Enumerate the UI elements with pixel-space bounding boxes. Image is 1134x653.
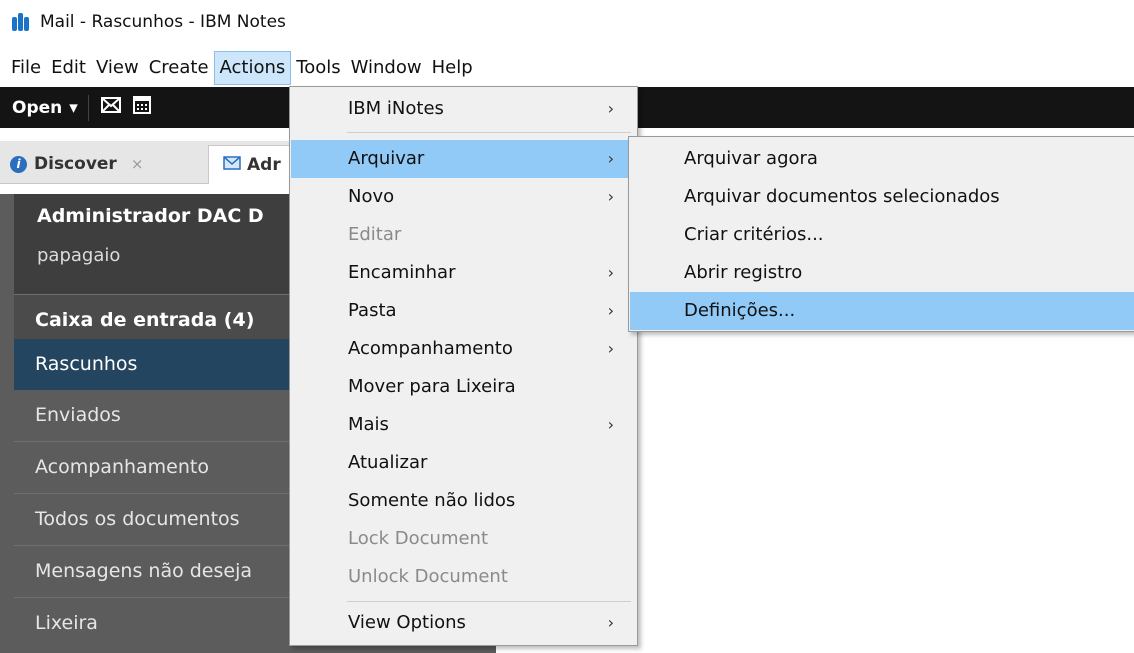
menu-separator bbox=[347, 132, 631, 133]
menu-item-ibm-inotes[interactable]: IBM iNotes › bbox=[291, 90, 636, 128]
menu-item-mais[interactable]: Mais › bbox=[291, 406, 636, 444]
menu-item-label: Mover para Lixeira bbox=[348, 376, 516, 397]
menu-item-label: Arquivar documentos selecionados bbox=[684, 186, 1000, 207]
submenu-item-definicoes[interactable]: Definições... bbox=[630, 292, 1134, 330]
open-button[interactable]: Open ▾ bbox=[12, 98, 78, 118]
menu-bar: File Edit View Create Actions Tools Wind… bbox=[0, 51, 1134, 85]
menu-item-label: View Options bbox=[348, 612, 466, 633]
ibm-notes-icon bbox=[10, 11, 32, 33]
menu-item-view-options[interactable]: View Options › bbox=[291, 604, 636, 642]
menu-item-arquivar[interactable]: Arquivar › bbox=[291, 140, 636, 178]
menu-item-label: Abrir registro bbox=[684, 262, 803, 283]
tab-mail-label: Adr bbox=[247, 155, 281, 175]
submenu-item-abrir-registro[interactable]: Abrir registro bbox=[630, 254, 1134, 292]
menu-item-label: Somente não lidos bbox=[348, 490, 516, 511]
menu-item-label: Arquivar agora bbox=[684, 148, 818, 169]
window-title: Mail - Rascunhos - IBM Notes bbox=[40, 12, 286, 32]
tab-discover-label: Discover bbox=[34, 154, 117, 174]
menu-actions[interactable]: Actions bbox=[213, 51, 292, 85]
submenu-item-criar-criterios[interactable]: Criar critérios... bbox=[630, 216, 1134, 254]
menu-item-label: Acompanhamento bbox=[348, 338, 513, 359]
open-label: Open bbox=[12, 97, 63, 118]
menu-tools[interactable]: Tools bbox=[291, 51, 345, 85]
archive-submenu: Arquivar agora Arquivar documentos selec… bbox=[628, 136, 1134, 332]
menu-window[interactable]: Window bbox=[346, 51, 427, 85]
menu-separator bbox=[347, 601, 631, 602]
menu-item-label: Lock Document bbox=[348, 528, 489, 549]
chevron-right-icon: › bbox=[607, 99, 614, 118]
menu-create[interactable]: Create bbox=[144, 51, 214, 85]
submenu-item-arquivar-agora[interactable]: Arquivar agora bbox=[630, 140, 1134, 178]
menu-help[interactable]: Help bbox=[427, 51, 478, 85]
menu-item-editar: Editar bbox=[291, 216, 636, 254]
menu-item-label: Editar bbox=[348, 224, 402, 245]
close-icon[interactable]: × bbox=[131, 155, 144, 173]
chevron-right-icon: › bbox=[607, 301, 614, 320]
menu-item-unlock-document: Unlock Document bbox=[291, 558, 636, 596]
menu-item-label: IBM iNotes bbox=[348, 98, 444, 119]
menu-item-label: Mais bbox=[348, 414, 389, 435]
menu-item-label: Atualizar bbox=[348, 452, 428, 473]
chevron-right-icon: › bbox=[607, 613, 614, 632]
actions-menu: IBM iNotes › Arquivar › Novo › Editar En… bbox=[289, 86, 638, 646]
calendar-icon[interactable] bbox=[132, 96, 151, 119]
menu-item-acompanhamento[interactable]: Acompanhamento › bbox=[291, 330, 636, 368]
menu-item-lock-document: Lock Document bbox=[291, 520, 636, 558]
chevron-down-icon: ▾ bbox=[69, 97, 78, 118]
menu-item-label: Criar critérios... bbox=[684, 224, 824, 245]
menu-item-label: Arquivar bbox=[348, 148, 425, 169]
info-icon: i bbox=[10, 155, 27, 173]
toolbar-divider bbox=[87, 94, 89, 121]
submenu-item-arquivar-selecionados[interactable]: Arquivar documentos selecionados bbox=[630, 178, 1134, 216]
menu-item-somente-nao-lidos[interactable]: Somente não lidos bbox=[291, 482, 636, 520]
menu-file[interactable]: File bbox=[6, 51, 46, 85]
menu-edit[interactable]: Edit bbox=[46, 51, 91, 85]
chevron-right-icon: › bbox=[607, 339, 614, 358]
menu-item-novo[interactable]: Novo › bbox=[291, 178, 636, 216]
menu-item-label: Pasta bbox=[348, 300, 397, 321]
menu-view[interactable]: View bbox=[91, 51, 144, 85]
mail-icon[interactable] bbox=[100, 97, 121, 118]
chevron-right-icon: › bbox=[607, 415, 614, 434]
menu-item-label: Definições... bbox=[684, 300, 796, 321]
menu-item-mover-para-lixeira[interactable]: Mover para Lixeira bbox=[291, 368, 636, 406]
chevron-right-icon: › bbox=[607, 263, 614, 282]
mail-icon bbox=[223, 155, 241, 175]
menu-item-atualizar[interactable]: Atualizar bbox=[291, 444, 636, 482]
user-subtitle: papagaio bbox=[37, 245, 121, 266]
menu-item-label: Unlock Document bbox=[348, 566, 508, 587]
chevron-right-icon: › bbox=[607, 187, 614, 206]
menu-item-pasta[interactable]: Pasta › bbox=[291, 292, 636, 330]
menu-item-label: Novo bbox=[348, 186, 395, 207]
user-name: Administrador DAC D bbox=[37, 205, 264, 227]
menu-item-encaminhar[interactable]: Encaminhar › bbox=[291, 254, 636, 292]
menu-item-label: Encaminhar bbox=[348, 262, 456, 283]
title-bar: Mail - Rascunhos - IBM Notes bbox=[0, 0, 1134, 44]
chevron-right-icon: › bbox=[607, 149, 614, 168]
tab-discover[interactable]: i Discover × bbox=[10, 145, 143, 183]
